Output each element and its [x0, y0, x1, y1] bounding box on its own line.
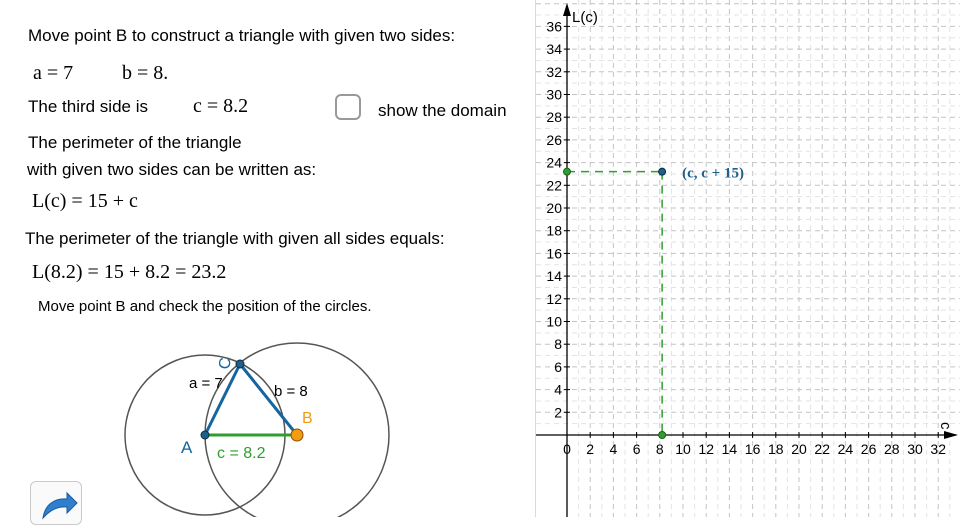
- x-tick-label: 16: [745, 441, 761, 457]
- y-tick-label: 4: [554, 382, 562, 398]
- x-tick-label: 32: [930, 441, 946, 457]
- y-tick-label: 18: [546, 223, 562, 239]
- y-tick-label: 14: [546, 268, 562, 284]
- projection-point-x: [658, 431, 667, 439]
- x-tick-label: 0: [563, 441, 571, 457]
- undo-arrow-icon: [42, 491, 78, 520]
- x-tick-label: 4: [610, 441, 618, 457]
- x-tick-label: 2: [586, 441, 594, 457]
- x-axis-arrow: [944, 431, 958, 439]
- undo-button[interactable]: [30, 481, 82, 525]
- y-tick-label: 10: [546, 314, 562, 330]
- x-tick-label: 28: [884, 441, 900, 457]
- x-tick-label: 12: [698, 441, 714, 457]
- point-coordinate-label: (c, c + 15): [682, 166, 744, 182]
- y-axis-label: L(c): [572, 9, 598, 26]
- point-c: [235, 359, 245, 369]
- y-tick-label: 34: [546, 41, 562, 57]
- y-axis-arrow: [563, 3, 571, 16]
- label-point-c: C: [216, 356, 235, 370]
- label-side-b: b = 8: [274, 383, 308, 400]
- x-tick-label: 8: [656, 441, 664, 457]
- y-tick-label: 20: [546, 200, 562, 216]
- x-tick-label: 10: [675, 441, 691, 457]
- graphics-view[interactable]: 0 2 4 6 8 10 12 14 16 18 20 22 24 26 28 30 32 2 4 6 8 10 12 14 1…: [536, 0, 960, 517]
- x-tick-label: 14: [722, 441, 738, 457]
- triangle-construction: A B C a = 7 b = 8 c = 8.2: [124, 342, 390, 517]
- x-tick-label: 24: [838, 441, 854, 457]
- point-c-L[interactable]: [658, 167, 667, 176]
- point-a: [200, 430, 210, 440]
- y-tick-label: 16: [546, 245, 562, 261]
- y-tick-label: 32: [546, 64, 562, 80]
- y-tick-label: 30: [546, 87, 562, 103]
- x-tick-label: 6: [633, 441, 641, 457]
- point-b[interactable]: [290, 428, 304, 442]
- y-tick-label: 12: [546, 291, 562, 307]
- y-tick-label: 36: [546, 18, 562, 34]
- x-tick-label: 18: [768, 441, 784, 457]
- x-tick-label: 26: [861, 441, 877, 457]
- graph-canvas[interactable]: 0 2 4 6 8 10 12 14 16 18 20 22 24 26 28 30 3224681012141…: [536, 0, 960, 517]
- y-tick-label: 24: [546, 155, 562, 171]
- label-point-b: B: [302, 410, 313, 427]
- y-tick-label: 6: [554, 359, 562, 375]
- y-tick-label: 22: [546, 177, 562, 193]
- y-tick-label: 26: [546, 132, 562, 148]
- left-panel: Move point B to construct a triangle wit…: [0, 0, 535, 525]
- label-point-a: A: [181, 438, 193, 457]
- projection-point-y: [563, 167, 571, 176]
- y-tick-label: 2: [554, 404, 562, 420]
- x-tick-label: 20: [791, 441, 807, 457]
- label-side-c: c = 8.2: [217, 445, 266, 462]
- y-tick-label: 8: [554, 336, 562, 352]
- y-tick-label: 28: [546, 109, 562, 125]
- x-tick-label: 22: [814, 441, 830, 457]
- x-tick-label: 30: [907, 441, 923, 457]
- label-side-a: a = 7: [189, 375, 223, 392]
- x-axis-label: c: [937, 422, 954, 430]
